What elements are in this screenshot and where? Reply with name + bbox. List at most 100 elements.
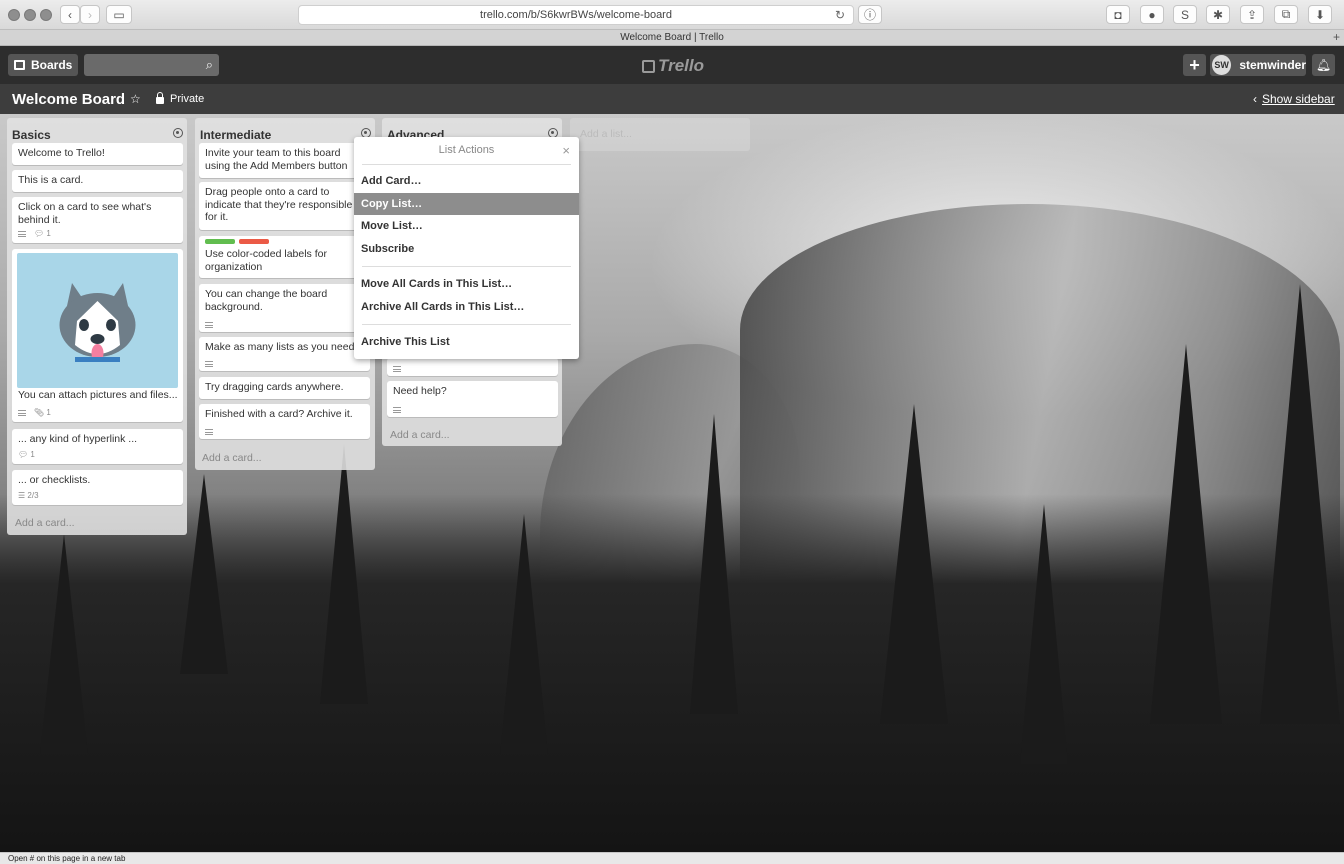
list-card[interactable]: Use color-coded labels for organization (199, 236, 370, 278)
menu-item-move-list[interactable]: Move List… (354, 215, 579, 237)
background-tree (180, 474, 228, 674)
show-sidebar-label: Show sidebar (1262, 92, 1335, 106)
card-title: Click on a card to see what's behind it. (18, 201, 152, 226)
list-title[interactable]: Basics (12, 128, 51, 142)
zoom-window-button[interactable] (40, 9, 52, 21)
list-card[interactable]: ... or checklists. ☰ 2/3 (12, 470, 183, 505)
husky-illustration (59, 283, 136, 362)
status-text: Open # on this page in a new tab (8, 854, 126, 863)
add-button[interactable]: + (1183, 54, 1206, 76)
list-card[interactable]: Drag people onto a card to indicate that… (199, 182, 370, 230)
forward-button[interactable]: › (80, 5, 100, 24)
browser-status-bar: Open # on this page in a new tab (0, 852, 1344, 864)
url-text: trello.com/b/S6kwrBWs/welcome-board (480, 9, 672, 21)
green-label (205, 239, 235, 244)
search-icon[interactable]: ⌕ (206, 57, 213, 73)
menu-item-add-card[interactable]: Add Card… (354, 170, 579, 192)
list-card[interactable]: Welcome to Trello! (12, 143, 183, 165)
notifications-button[interactable]: 🔔︎ (1312, 54, 1335, 76)
download-icon[interactable]: ⬇ (1308, 5, 1332, 24)
info-icon[interactable]: ⓘ (858, 5, 882, 24)
lock-icon (156, 92, 164, 104)
list-basics[interactable]: Basics Welcome to Trello! This is a card… (7, 118, 187, 535)
star-icon[interactable]: ☆ (130, 92, 141, 106)
menu-item-archive-all-cards[interactable]: Archive All Cards in This List… (354, 296, 579, 318)
menu-item-subscribe[interactable]: Subscribe (354, 238, 579, 260)
ghostery-icon[interactable]: ● (1140, 5, 1164, 24)
board-privacy-button[interactable]: Private (156, 92, 205, 105)
card-cover-image (17, 253, 178, 388)
add-card-link[interactable]: Add a card... (15, 517, 75, 529)
pocket-icon[interactable]: ◘ (1106, 5, 1130, 24)
sidebar-toggle-icon[interactable]: ▭ (106, 5, 132, 24)
list-card[interactable]: Make as many lists as you need! (199, 337, 370, 371)
show-sidebar-link[interactable]: ‹ Show sidebar (1253, 92, 1335, 106)
list-intermediate[interactable]: Intermediate Invite your team to this bo… (195, 118, 375, 470)
minimize-window-button[interactable] (24, 9, 36, 21)
add-card-link[interactable]: Add a card... (390, 429, 450, 441)
list-card[interactable]: You can attach pictures and files... 📎︎ … (12, 249, 183, 422)
back-button[interactable]: ‹ (60, 5, 80, 24)
card-title: Finished with a card? Archive it. (205, 408, 353, 420)
background-tree (690, 414, 738, 714)
comment-count: 1 (46, 229, 51, 239)
red-label (239, 239, 269, 244)
share-icon[interactable]: ⇪ (1240, 5, 1264, 24)
card-title: ... any kind of hyperlink ... (18, 433, 138, 445)
card-badges (205, 429, 213, 435)
close-window-button[interactable] (8, 9, 20, 21)
menu-item-archive-list[interactable]: Archive This List (354, 331, 579, 353)
checklist-icon: ☰ 2/3 (18, 491, 39, 501)
list-card[interactable]: ... any kind of hyperlink ... 💬︎ 1 (12, 429, 183, 464)
search-input[interactable]: ⌕ (84, 54, 219, 76)
list-card[interactable]: This is a card. (12, 170, 183, 192)
trello-logo[interactable]: Trello (642, 56, 704, 76)
card-title: You can change the board background. (205, 288, 328, 313)
board-title[interactable]: Welcome Board (12, 91, 125, 108)
address-bar[interactable]: trello.com/b/S6kwrBWs/welcome-board ↻ (298, 5, 854, 25)
member-menu-button[interactable]: SW stemwinder (1210, 54, 1306, 76)
card-badges: 💬︎ 1 (18, 229, 51, 239)
new-tab-icon[interactable]: + (1333, 30, 1340, 44)
checklist-count: 2/3 (27, 491, 39, 501)
tabs-overview-icon[interactable]: ⧉ (1274, 5, 1298, 24)
add-card-link[interactable]: Add a card... (202, 452, 262, 464)
list-card[interactable]: Finished with a card? Archive it. (199, 404, 370, 439)
add-list-box[interactable]: Add a list... (570, 118, 750, 151)
menu-item-copy-list[interactable]: Copy List… (354, 193, 579, 215)
list-actions-popover: List Actions × Add Card… Copy List… Move… (354, 137, 579, 359)
plus-icon: + (1189, 54, 1200, 75)
card-title: Try dragging cards anywhere. (205, 381, 344, 393)
boards-label: Boards (31, 58, 73, 72)
trello-header: Boards ⌕ Trello + SW stemwinder 🔔︎ (0, 46, 1344, 84)
list-title[interactable]: Intermediate (200, 128, 271, 142)
list-card[interactable] (387, 358, 558, 376)
divider (362, 324, 571, 325)
tab-title[interactable]: Welcome Board | Trello (620, 32, 724, 43)
reload-icon[interactable]: ↻ (835, 8, 845, 22)
boards-button[interactable]: Boards (8, 54, 78, 76)
list-card[interactable]: Invite your team to this board using the… (199, 143, 370, 178)
description-icon (205, 429, 213, 435)
boards-icon (14, 60, 25, 70)
list-card[interactable]: Try dragging cards anywhere. (199, 377, 370, 399)
background-tree (1020, 504, 1068, 764)
comment-count: 1 (30, 450, 35, 460)
board-header: Welcome Board ☆ Private ‹ Show sidebar (0, 84, 1344, 114)
card-title: Use color-coded labels for organization (205, 248, 327, 273)
privacy-label: Private (170, 93, 205, 105)
divider (362, 164, 571, 165)
asterisk-icon[interactable]: ✱ (1206, 5, 1230, 24)
list-card[interactable]: Need help? (387, 381, 558, 417)
list-card[interactable]: You can change the board background. (199, 284, 370, 332)
popover-title: List Actions (438, 144, 495, 156)
background-tree (500, 514, 548, 754)
close-icon[interactable]: × (562, 143, 570, 158)
card-title: Invite your team to this board using the… (205, 147, 348, 172)
card-badges (393, 407, 401, 413)
menu-item-move-all-cards[interactable]: Move All Cards in This List… (354, 273, 579, 295)
list-menu-icon[interactable] (173, 128, 183, 138)
s-extension-icon[interactable]: S (1173, 5, 1197, 24)
add-list-placeholder: Add a list... (580, 128, 632, 140)
list-card[interactable]: Click on a card to see what's behind it.… (12, 197, 183, 243)
